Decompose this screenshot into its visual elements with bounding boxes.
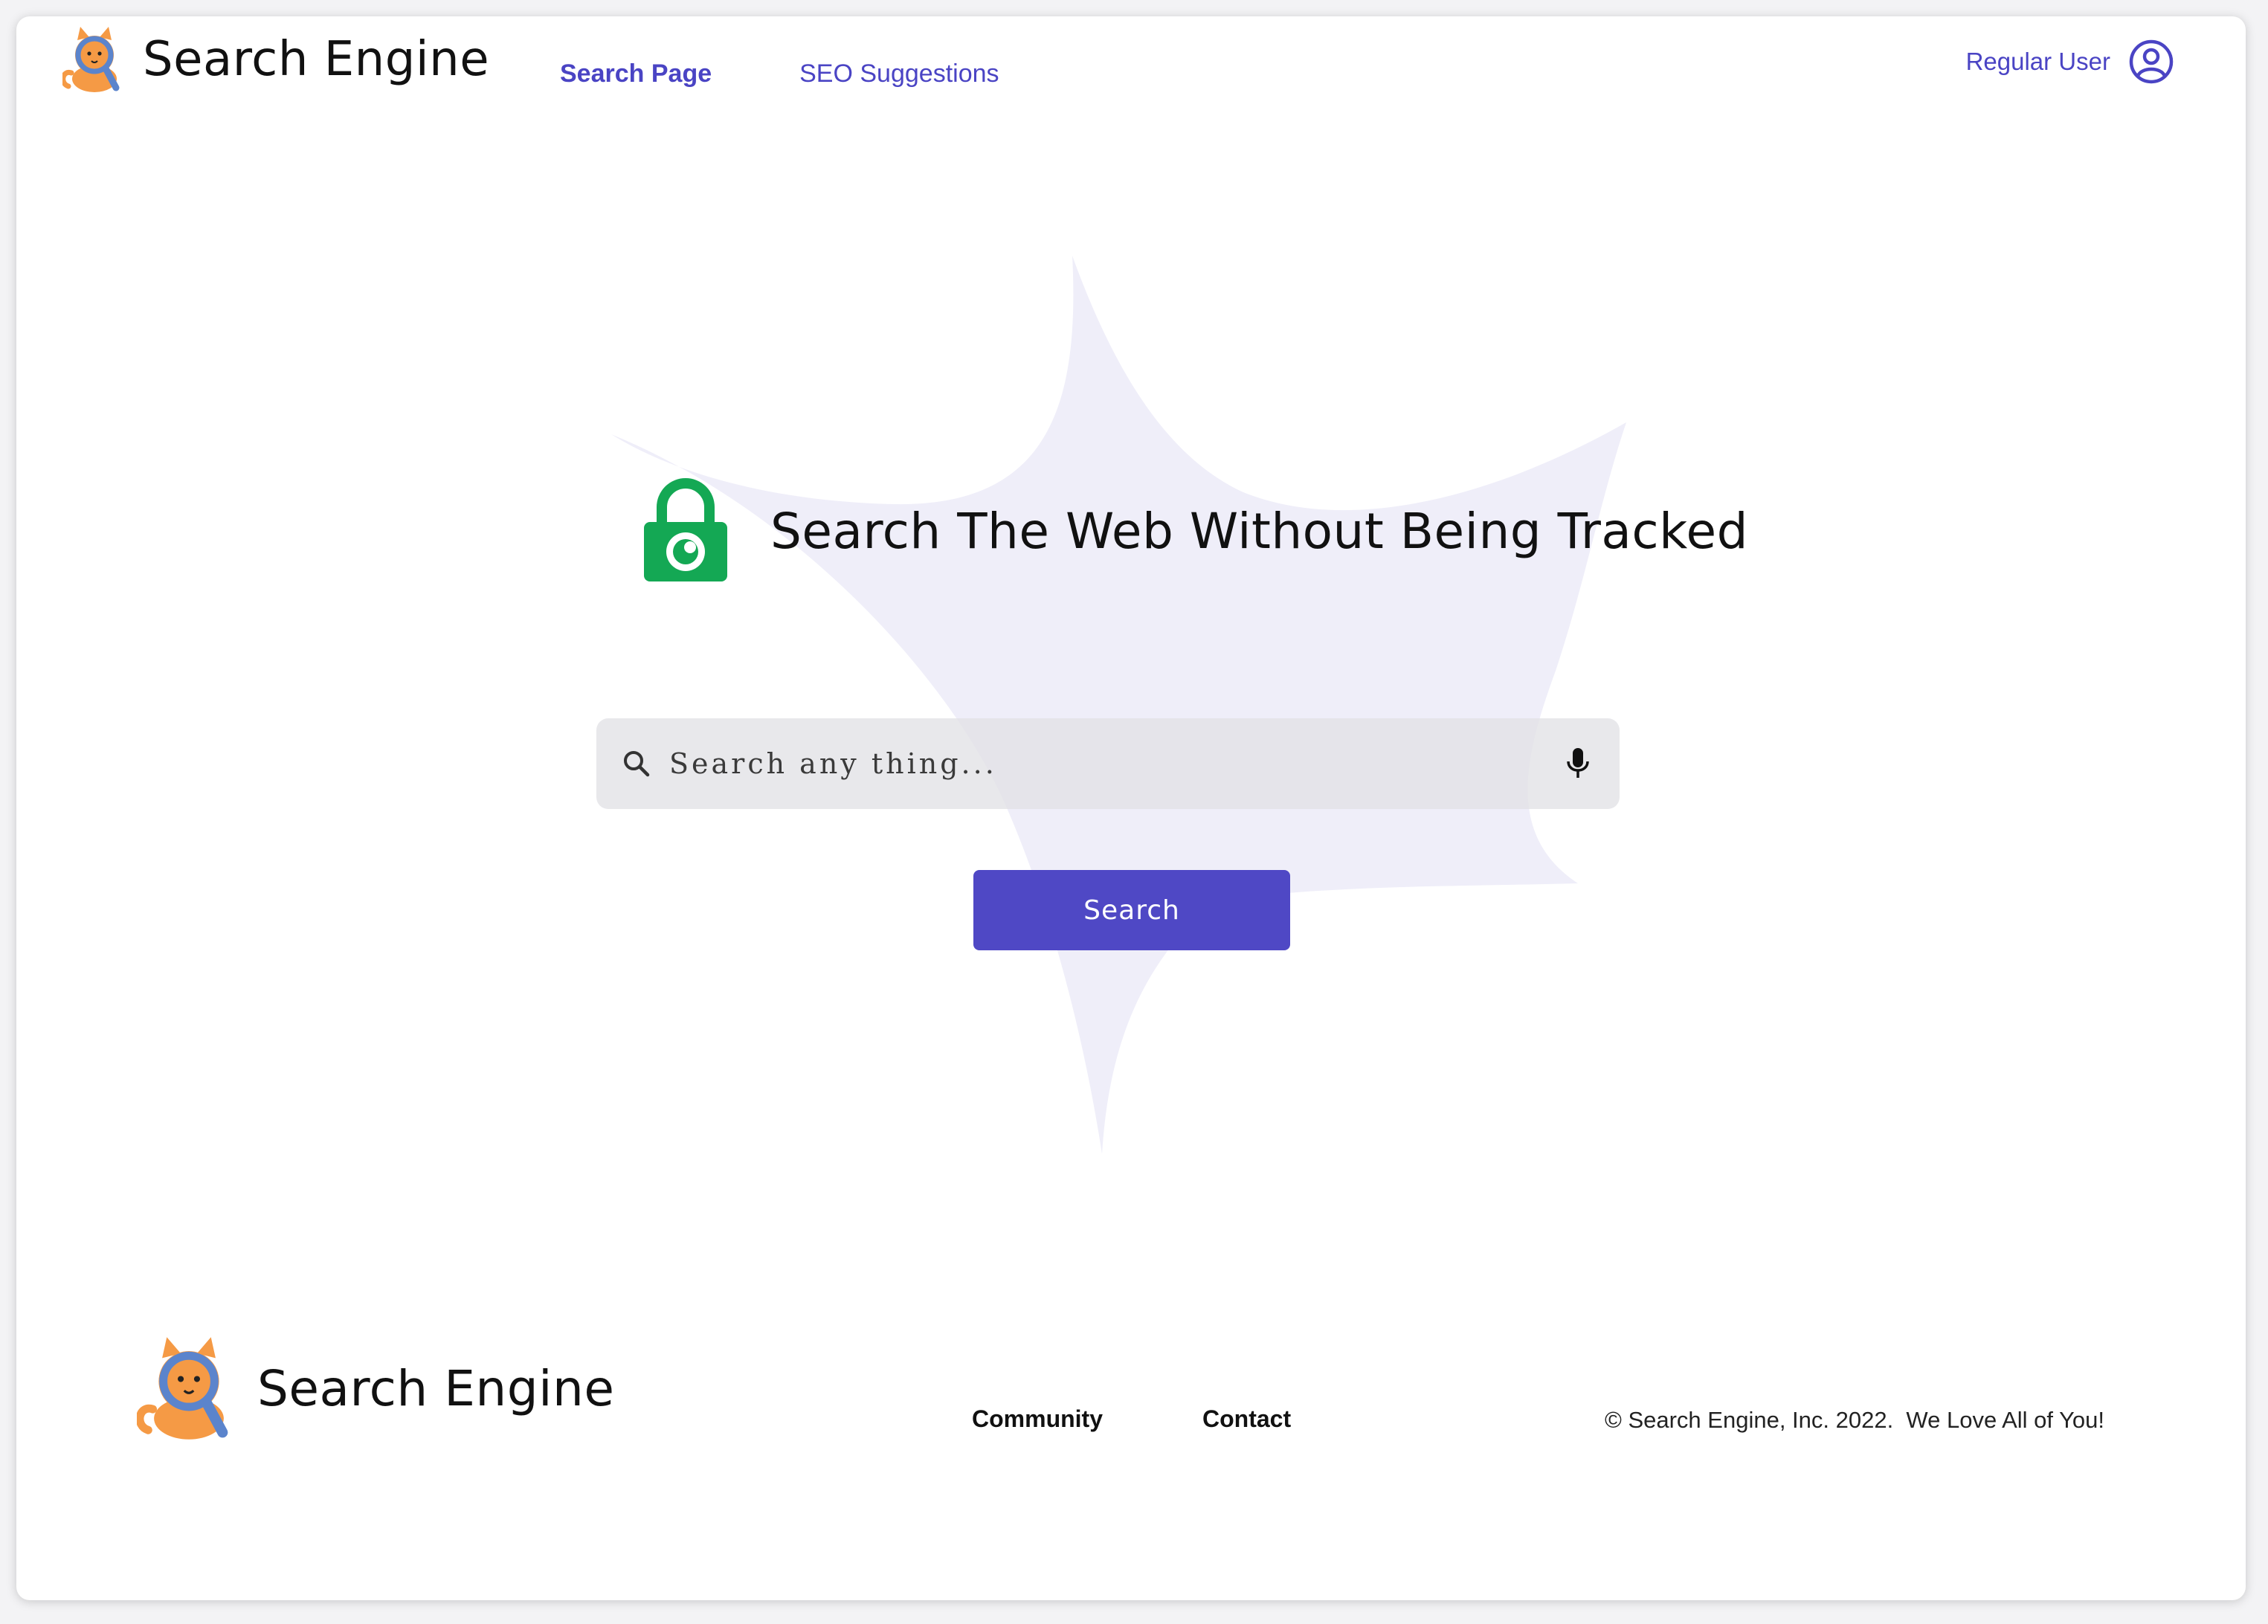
user-circle-icon — [2129, 39, 2174, 84]
nav-search-page[interactable]: Search Page — [560, 59, 712, 88]
search-button[interactable]: Search — [973, 870, 1290, 950]
browser-page: Search Engine Search Page SEO Suggestion… — [16, 16, 2246, 1600]
footer-brand-name: Search Engine — [257, 1359, 615, 1417]
page-title: Search The Web Without Being Tracked — [770, 502, 1749, 560]
search-icon[interactable] — [604, 749, 669, 779]
footer-link-community[interactable]: Community — [972, 1405, 1103, 1433]
footer-links: Community Contact — [972, 1405, 1291, 1433]
copyright-text: © Search Engine, Inc. 2022. We Love All … — [1605, 1407, 2104, 1433]
cat-mascot-icon — [62, 27, 120, 92]
footer-logo[interactable]: Search Engine — [137, 1333, 614, 1444]
search-bar — [596, 718, 1620, 809]
search-input[interactable] — [669, 718, 1548, 809]
footer-link-contact[interactable]: Contact — [1202, 1405, 1291, 1433]
main-nav: Search Page SEO Suggestions — [560, 59, 999, 88]
microphone-icon[interactable] — [1548, 747, 1608, 781]
user-name: Regular User — [1965, 48, 2110, 75]
hero-heading: Search The Web Without Being Tracked — [641, 477, 1748, 584]
nav-seo-suggestions[interactable]: SEO Suggestions — [799, 59, 999, 88]
header-logo[interactable]: Search Engine — [62, 24, 489, 95]
cat-mascot-icon — [137, 1337, 228, 1440]
user-menu[interactable]: Regular User — [1966, 39, 2174, 85]
brand-name: Search Engine — [143, 32, 490, 87]
lock-eye-icon — [644, 478, 727, 581]
